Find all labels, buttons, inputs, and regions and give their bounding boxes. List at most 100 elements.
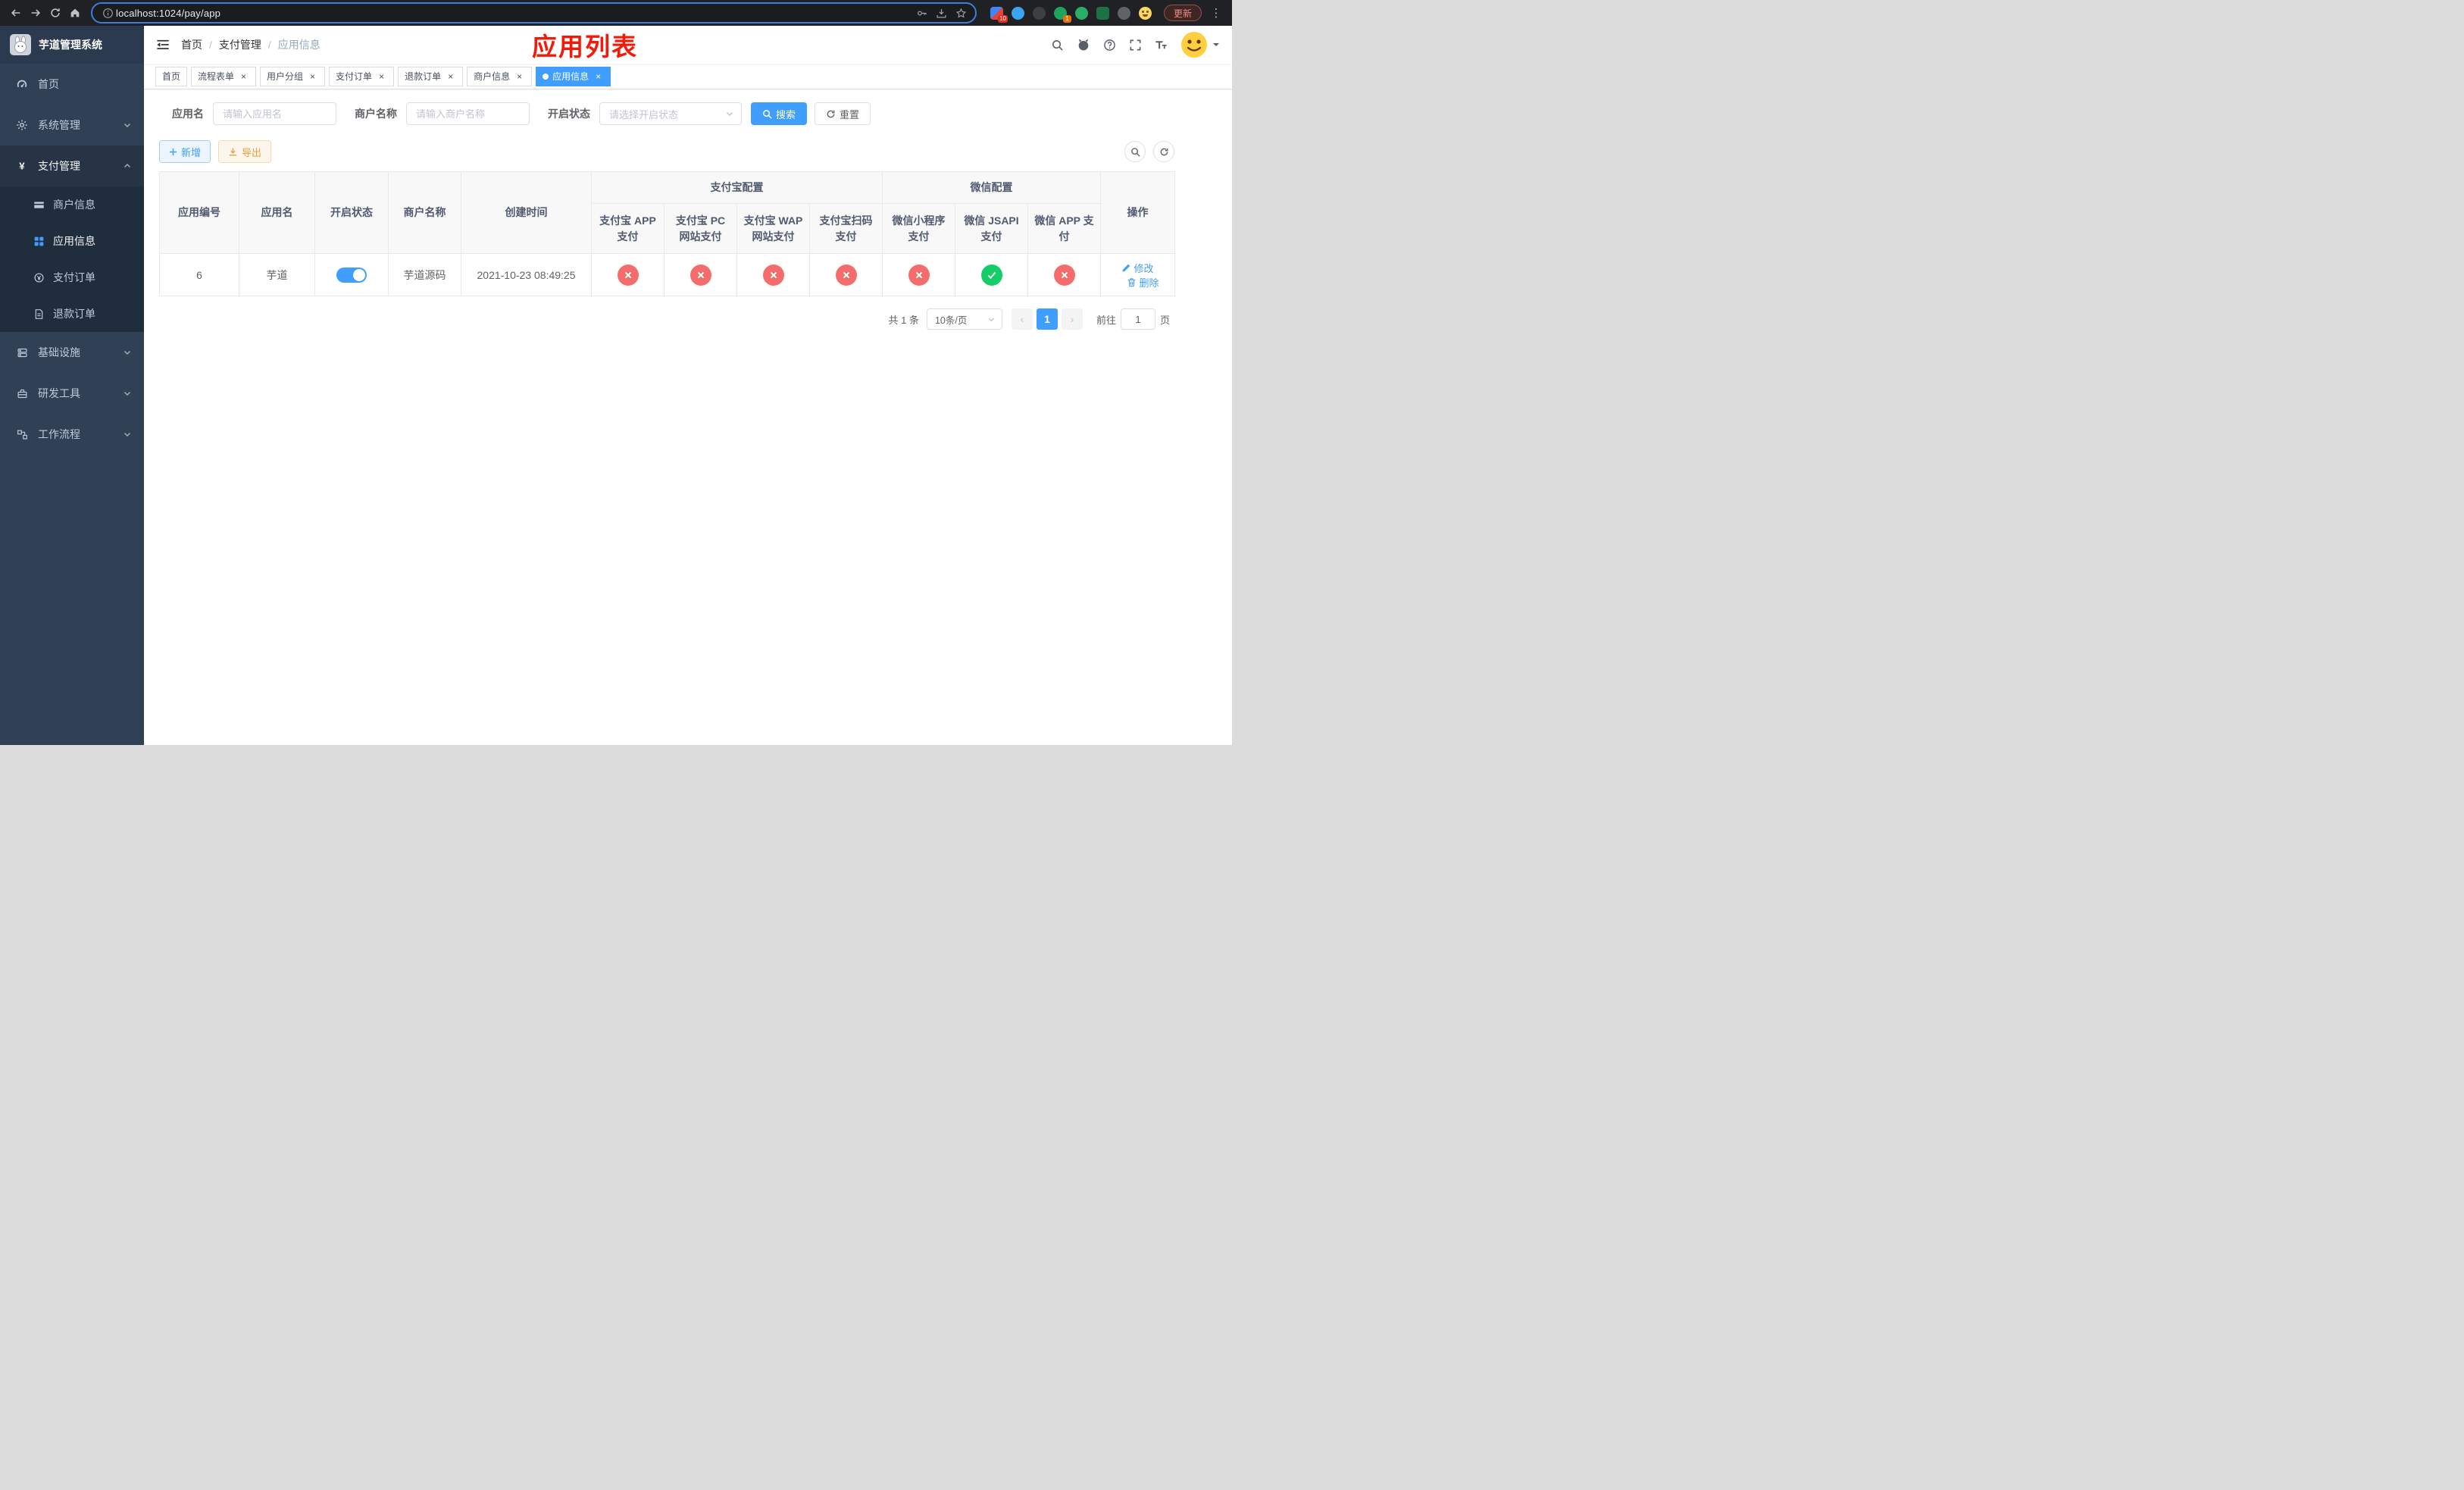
browser-reload-icon[interactable] (45, 3, 65, 23)
extension-dark-icon[interactable] (1032, 6, 1046, 20)
user-avatar[interactable] (1180, 31, 1220, 58)
tab-close-icon[interactable]: × (445, 70, 456, 82)
search-button[interactable]: 搜索 (751, 102, 808, 125)
cross-circle-icon (835, 264, 857, 286)
app-table: 应用编号 应用名 开启状态 商户名称 创建时间 支付宝配置 微信配置 操作 支付… (159, 171, 1175, 296)
extension-green-badge-icon[interactable]: 1 (1053, 6, 1071, 23)
hamburger-menu-icon[interactable] (156, 38, 170, 52)
check-circle-icon (980, 264, 1002, 286)
breadcrumb-item[interactable]: 支付管理 (219, 37, 261, 52)
browser-back-icon[interactable] (6, 3, 26, 23)
sidebar-item-infrastructure[interactable]: 基础设施 (0, 332, 144, 373)
sidebar-item-label: 支付订单 (53, 271, 95, 283)
merchant-name-input[interactable] (406, 102, 530, 125)
cell-config-status (809, 253, 883, 296)
status-select[interactable]: 请选择开启状态 (599, 102, 742, 125)
browser-update-button[interactable]: 更新 (1163, 5, 1202, 21)
tab-home[interactable]: 首页 (155, 66, 188, 86)
cross-circle-icon (762, 264, 784, 286)
tab-close-icon[interactable]: × (514, 70, 525, 82)
cell-config-status (591, 253, 664, 296)
tab-close-icon[interactable]: × (307, 70, 318, 82)
toggle-search-button[interactable] (1124, 141, 1146, 162)
delete-link[interactable]: 删除 (1127, 275, 1159, 290)
app-title: 芋道管理系统 (39, 39, 102, 51)
extension-face-icon[interactable] (1138, 6, 1152, 20)
extension-green-square-icon[interactable] (1096, 6, 1109, 20)
search-icon[interactable] (1051, 39, 1064, 52)
extension-pin-icon[interactable] (1117, 6, 1130, 20)
help-icon[interactable] (1103, 39, 1116, 52)
github-icon[interactable] (1077, 38, 1090, 52)
breadcrumb-separator: / (209, 39, 212, 51)
goto-page-input[interactable] (1120, 308, 1155, 330)
next-page-button[interactable]: › (1061, 308, 1083, 330)
app-name-input[interactable] (213, 102, 336, 125)
bookmark-star-icon[interactable] (952, 4, 971, 22)
font-size-icon[interactable] (1155, 39, 1168, 52)
cell-actions: 修改 删除 (1100, 253, 1175, 296)
reset-button[interactable]: 重置 (815, 102, 871, 125)
logo-image (10, 34, 31, 55)
sidebar-item-payment-order[interactable]: 支付订单 (0, 259, 144, 296)
pagination: 共 1 条 10条/页 ‹ 1 › 前往 页 (159, 308, 1174, 330)
tab-refund-order[interactable]: 退款订单 × (398, 66, 464, 86)
sidebar-item-dev-tools[interactable]: 研发工具 (0, 373, 144, 414)
infra-icon (15, 346, 29, 359)
tab-merchant-info[interactable]: 商户信息 × (467, 66, 533, 86)
breadcrumb-separator: / (267, 39, 271, 51)
extension-blue-icon[interactable] (1011, 6, 1024, 20)
tab-close-icon[interactable]: × (238, 70, 249, 82)
dashboard-icon (15, 77, 29, 91)
export-button[interactable]: 导出 (218, 140, 272, 163)
search-form: 应用名 商户名称 开启状态 请选择开启状态 搜索 (159, 102, 1174, 125)
site-info-icon[interactable] (99, 5, 116, 21)
tab-payment-order[interactable]: 支付订单 × (329, 66, 395, 86)
tab-close-icon[interactable]: × (593, 70, 604, 82)
sidebar-item-system[interactable]: 系统管理 (0, 105, 144, 146)
sidebar-item-workflow[interactable]: 工作流程 (0, 414, 144, 455)
browser-home-icon[interactable] (65, 3, 85, 23)
app-logo[interactable]: 芋道管理系统 (0, 26, 144, 64)
tab-close-icon[interactable]: × (376, 70, 387, 82)
browser-forward-icon[interactable] (26, 3, 45, 23)
sidebar-item-label: 基础设施 (38, 346, 80, 358)
sidebar-item-merchant-info[interactable]: 商户信息 (0, 186, 144, 223)
status-toggle[interactable] (336, 267, 367, 283)
extension-wechat-icon[interactable] (1074, 6, 1088, 20)
cell-status (314, 253, 389, 296)
cell-app-id: 6 (159, 253, 239, 296)
edit-link[interactable]: 修改 (1121, 261, 1154, 275)
breadcrumb-item[interactable]: 首页 (181, 37, 202, 52)
tab-app-info[interactable]: 应用信息 × (536, 66, 611, 86)
prev-page-button[interactable]: ‹ (1011, 308, 1033, 330)
fullscreen-icon[interactable] (1129, 39, 1142, 52)
card-icon (32, 198, 45, 211)
col-app-name: 应用名 (239, 171, 315, 254)
sidebar-item-home[interactable]: 首页 (0, 64, 144, 105)
share-icon[interactable] (933, 4, 951, 22)
sidebar-item-label: 工作流程 (38, 428, 80, 440)
page-content: 应用名 商户名称 开启状态 请选择开启状态 搜索 (144, 89, 1190, 343)
page-number-button[interactable]: 1 (1036, 308, 1058, 330)
tab-user-group[interactable]: 用户分组 × (260, 66, 326, 86)
sidebar-menu: 首页 系统管理 ¥ 支付管理 商户信息 应用信息支付订单退款订单基础设施研发工具工作流程 (0, 64, 144, 455)
password-key-icon[interactable] (913, 4, 931, 22)
add-button[interactable]: 新增 (159, 140, 211, 163)
cross-circle-icon (908, 264, 930, 286)
extension-puzzle-icon[interactable]: 10 (990, 6, 1008, 23)
url-bar[interactable]: localhost:1024/pay/app (91, 2, 977, 23)
refresh-table-button[interactable] (1153, 141, 1174, 162)
sidebar-item-refund-order[interactable]: 退款订单 (0, 296, 144, 332)
search-button-label: 搜索 (776, 108, 796, 121)
app-frame: 芋道管理系统 首页 系统管理 ¥ 支付管理 商户信息 应用信息 支付订单 退款订单 基础设施 研发… (0, 26, 1232, 745)
browser-menu-icon[interactable]: ⋮ (1206, 3, 1226, 23)
tab-flow-form[interactable]: 流程表单 × (191, 66, 257, 86)
active-tab-dot (543, 73, 549, 80)
sidebar-item-payment[interactable]: ¥ 支付管理 (0, 146, 144, 186)
tab-label: 退款订单 (405, 71, 442, 82)
page-size-select[interactable]: 10条/页 (926, 308, 1002, 330)
col-group-alipay: 支付宝配置 (591, 171, 883, 204)
tab-label: 支付订单 (336, 71, 373, 82)
sidebar-item-app-info[interactable]: 应用信息 (0, 223, 144, 259)
